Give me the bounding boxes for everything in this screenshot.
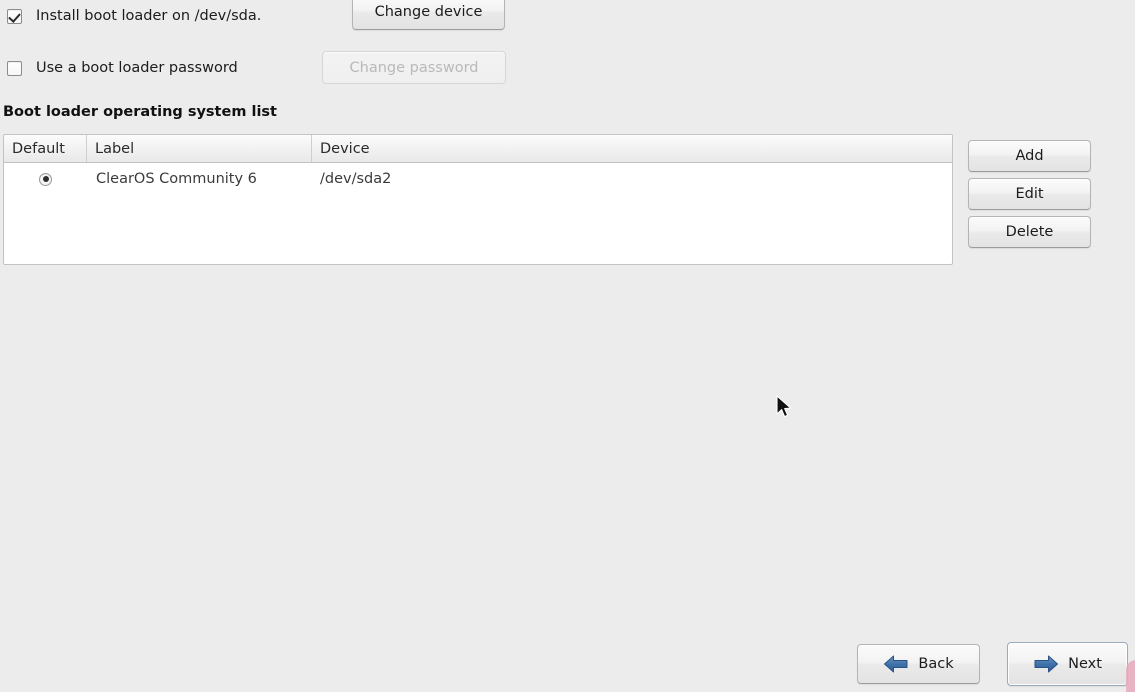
os-list-title: Boot loader operating system list bbox=[3, 104, 277, 120]
os-list-table[interactable]: Default Label Device ClearOS Community 6… bbox=[3, 134, 953, 265]
bootloader-password-row[interactable]: Use a boot loader password bbox=[7, 58, 238, 78]
next-button[interactable]: Next bbox=[1007, 642, 1128, 686]
change-device-button-label: Change device bbox=[374, 4, 483, 20]
edit-button[interactable]: Edit bbox=[968, 178, 1091, 210]
table-row[interactable]: ClearOS Community 6 /dev/sda2 bbox=[4, 163, 952, 195]
change-device-button[interactable]: Change device bbox=[352, 0, 505, 30]
change-password-button-label: Change password bbox=[349, 59, 479, 76]
offscreen-pink-element bbox=[1126, 660, 1135, 692]
change-password-button: Change password bbox=[322, 51, 506, 84]
default-radio[interactable] bbox=[39, 172, 52, 186]
install-bootloader-label: Install boot loader on /dev/sda. bbox=[36, 8, 262, 24]
os-list-header-row: Default Label Device bbox=[4, 135, 952, 163]
os-list-body: ClearOS Community 6 /dev/sda2 bbox=[4, 163, 952, 195]
install-bootloader-checkbox[interactable] bbox=[7, 8, 22, 24]
bootloader-password-label: Use a boot loader password bbox=[36, 60, 238, 76]
add-button[interactable]: Add bbox=[968, 140, 1091, 172]
next-button-label: Next bbox=[1068, 656, 1102, 672]
column-header-device[interactable]: Device bbox=[312, 135, 952, 162]
back-arrow-icon bbox=[884, 655, 908, 673]
column-header-default[interactable]: Default bbox=[4, 135, 87, 162]
add-button-label: Add bbox=[1015, 148, 1044, 164]
column-header-label[interactable]: Label bbox=[87, 135, 312, 162]
edit-button-label: Edit bbox=[1015, 186, 1044, 202]
install-bootloader-row[interactable]: Install boot loader on /dev/sda. bbox=[7, 6, 261, 26]
row-default-cell[interactable] bbox=[4, 163, 87, 195]
back-button[interactable]: Back bbox=[857, 644, 980, 684]
next-arrow-icon bbox=[1034, 655, 1059, 673]
bootloader-password-checkbox[interactable] bbox=[7, 60, 22, 76]
delete-button[interactable]: Delete bbox=[968, 216, 1091, 248]
row-device-cell: /dev/sda2 bbox=[320, 171, 392, 187]
arrow-cursor bbox=[776, 395, 792, 418]
back-button-label: Back bbox=[918, 656, 954, 672]
row-label-cell: ClearOS Community 6 bbox=[96, 171, 257, 187]
delete-button-label: Delete bbox=[1005, 224, 1054, 240]
